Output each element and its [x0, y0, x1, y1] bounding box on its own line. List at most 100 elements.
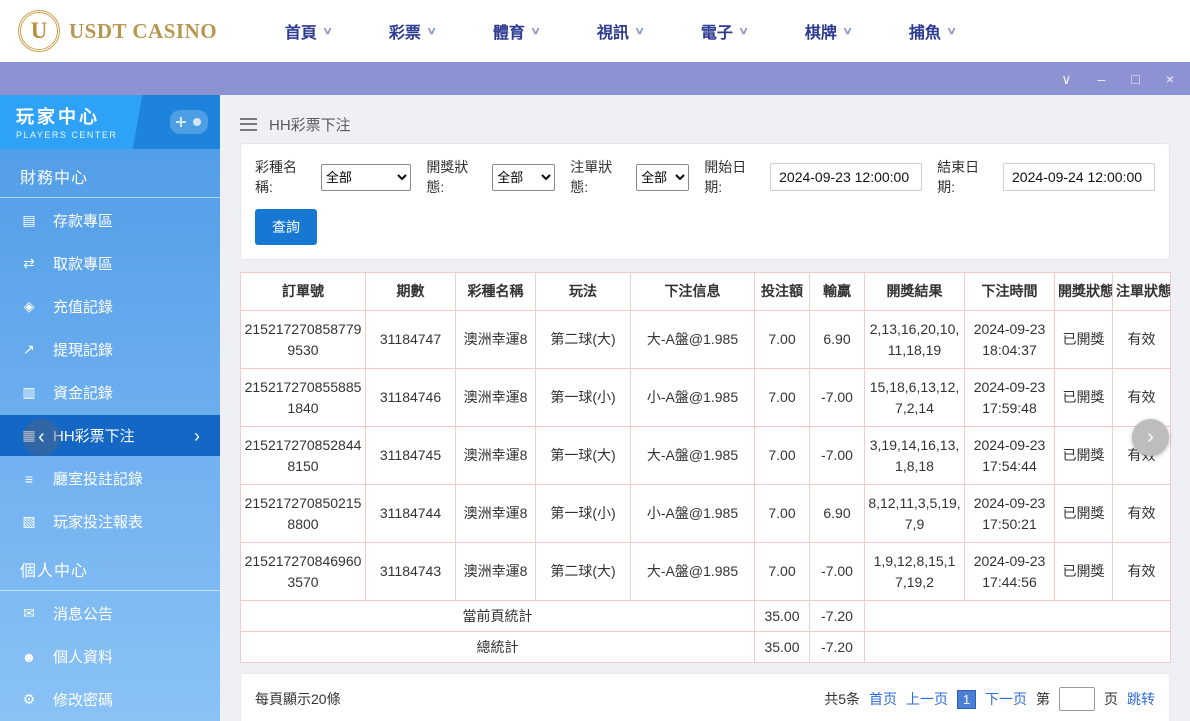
- cell-bet-amount: 7.00: [755, 485, 810, 543]
- cell-bet-status: 有效: [1113, 485, 1171, 543]
- window-maximize-icon[interactable]: □: [1131, 72, 1139, 86]
- cell-bet-time: 2024-09-23 17:44:56: [965, 543, 1055, 601]
- window-collapse-icon[interactable]: ∨: [1061, 72, 1071, 86]
- chevron-left-icon: ‹: [38, 426, 45, 449]
- sidebar-item-label: 個人資料: [53, 646, 113, 667]
- cell-period: 31184744: [366, 485, 456, 543]
- nav-item[interactable]: 棋牌 ∨: [776, 19, 880, 43]
- nav-item[interactable]: 視訊 ∨: [568, 19, 672, 43]
- search-button[interactable]: 查詢: [255, 209, 317, 245]
- sidebar-item[interactable]: ☻ 個人資料 ›: [0, 636, 220, 677]
- sidebar-item[interactable]: ▧ 玩家投注報表 ›: [0, 501, 220, 542]
- chevron-right-icon: ›: [1147, 426, 1154, 449]
- logo-initial: U: [31, 18, 48, 44]
- sidebar-item-label: 提現記錄: [53, 339, 113, 360]
- sidebar-item[interactable]: ⚙ 修改密碼 ›: [0, 679, 220, 720]
- cell-lottery-name: 澳洲幸運8: [456, 485, 536, 543]
- nav-item-label: 棋牌: [805, 19, 837, 43]
- collapse-left-button[interactable]: ‹: [23, 419, 60, 456]
- cell-bet-time: 2024-09-23 17:54:44: [965, 427, 1055, 485]
- start-date-input[interactable]: [770, 163, 922, 191]
- cell-win-loss: 6.90: [810, 311, 865, 369]
- cell-draw-status: 已開獎: [1055, 485, 1113, 543]
- table-row: 2152172708528448150 31184745 澳洲幸運8 第一球(大…: [241, 427, 1171, 485]
- lottery-name-label: 彩種名稱:: [255, 157, 314, 197]
- sidebar-item[interactable]: ▤ 存款專區 ›: [0, 200, 220, 241]
- nav-item-label: 電子: [701, 19, 733, 43]
- cell-draw-status: 已開獎: [1055, 427, 1113, 485]
- nav-item[interactable]: 彩票 ∨: [360, 19, 464, 43]
- prev-page-link[interactable]: 上一页: [906, 689, 948, 709]
- cell-lottery-name: 澳洲幸運8: [456, 427, 536, 485]
- cell-bet-status: 有效: [1113, 369, 1171, 427]
- chevron-down-icon: ∨: [322, 26, 333, 37]
- cell-order-no: 2152172708528448150: [241, 427, 366, 485]
- cell-bet-info: 小-A盤@1.985: [631, 485, 755, 543]
- cell-lottery-name: 澳洲幸運8: [456, 311, 536, 369]
- sidebar-item-label: 修改密碼: [53, 689, 113, 710]
- nav-item[interactable]: 捕魚 ∨: [880, 19, 984, 43]
- cell-lottery-name: 澳洲幸運8: [456, 369, 536, 427]
- page-jump-input[interactable]: [1059, 687, 1095, 711]
- lottery-name-select[interactable]: 全部: [321, 164, 411, 191]
- main-nav: 首頁 ∨ 彩票 ∨ 體育 ∨ 視訊 ∨ 電子 ∨: [256, 19, 1172, 43]
- cell-play-type: 第一球(大): [536, 427, 631, 485]
- column-header: 下注信息: [631, 273, 755, 311]
- total-summary-winloss: -7.20: [810, 632, 865, 663]
- sidebar-item-label: 消息公告: [53, 603, 113, 624]
- top-header: U USDT CASINO 首頁 ∨ 彩票 ∨ 體育 ∨ 視訊 ∨: [0, 0, 1190, 62]
- total-summary-label: 總統計: [241, 632, 755, 663]
- column-header: 下注時間: [965, 273, 1055, 311]
- sidebar-item-label: 存款專區: [53, 210, 113, 231]
- window-minimize-icon[interactable]: –: [1098, 72, 1106, 86]
- sidebar-item[interactable]: ✉ 消息公告 ›: [0, 593, 220, 634]
- cell-order-no: 2152172708587799530: [241, 311, 366, 369]
- jump-link[interactable]: 跳转: [1127, 689, 1155, 709]
- current-page[interactable]: 1: [957, 690, 976, 709]
- nav-item[interactable]: 電子 ∨: [672, 19, 776, 43]
- page-title: HH彩票下注: [269, 114, 351, 135]
- sidebar-item[interactable]: ↗ 提現記錄 ›: [0, 329, 220, 370]
- total-summary-empty: [865, 632, 1171, 663]
- nav-item[interactable]: 首頁 ∨: [256, 19, 360, 43]
- page-summary-winloss: -7.20: [810, 601, 865, 632]
- sidebar-item-label: 充值記錄: [53, 296, 113, 317]
- window-close-icon[interactable]: ×: [1166, 72, 1174, 86]
- scroll-right-button[interactable]: ›: [1132, 419, 1169, 456]
- menu-icon[interactable]: [240, 118, 257, 131]
- cell-period: 31184746: [366, 369, 456, 427]
- bet-status-select[interactable]: 全部: [636, 164, 689, 191]
- page-summary-amount: 35.00: [755, 601, 810, 632]
- page-prefix-label: 第: [1036, 689, 1050, 709]
- logo[interactable]: U USDT CASINO: [18, 10, 256, 52]
- sidebar-item-icon: ▥: [20, 384, 38, 401]
- draw-status-label: 開獎狀態:: [426, 157, 485, 197]
- sidebar-item[interactable]: ⇄ 取款專區 ›: [0, 243, 220, 284]
- chevron-right-icon: ›: [194, 427, 200, 445]
- cell-draw-result: 8,12,11,3,5,19,7,9: [865, 485, 965, 543]
- nav-item-label: 首頁: [285, 19, 317, 43]
- cell-period: 31184745: [366, 427, 456, 485]
- bet-status-label: 注單狀態:: [570, 157, 629, 197]
- sidebar-item-icon: ▤: [20, 212, 38, 229]
- per-page-label: 每頁顯示20條: [255, 689, 341, 709]
- sidebar-item-icon: ⇄: [20, 255, 38, 272]
- cell-bet-amount: 7.00: [755, 369, 810, 427]
- sidebar-item[interactable]: ◈ 充值記錄 ›: [0, 286, 220, 327]
- sidebar-item-icon: ◈: [20, 298, 38, 315]
- filter-panel: 彩種名稱: 全部 開獎狀態: 全部 注單狀態: 全部 開始日期: 結束日期: 查…: [240, 143, 1170, 260]
- sidebar-item[interactable]: ▥ 資金記錄 ›: [0, 372, 220, 413]
- nav-item[interactable]: 體育 ∨: [464, 19, 568, 43]
- column-header: 期數: [366, 273, 456, 311]
- sidebar-item[interactable]: ≡ 廳室投註記錄 ›: [0, 458, 220, 499]
- next-page-link[interactable]: 下一页: [985, 689, 1027, 709]
- cell-bet-amount: 7.00: [755, 543, 810, 601]
- first-page-link[interactable]: 首页: [869, 689, 897, 709]
- nav-item-label: 彩票: [389, 19, 421, 43]
- logo-text: USDT CASINO: [69, 19, 217, 44]
- end-date-input[interactable]: [1003, 163, 1155, 191]
- draw-status-select[interactable]: 全部: [492, 164, 555, 191]
- sidebar-item-icon: ▧: [20, 513, 38, 530]
- nav-item-label: 體育: [493, 19, 525, 43]
- player-center-banner: 玩家中心 PLAYERS CENTER: [0, 95, 220, 149]
